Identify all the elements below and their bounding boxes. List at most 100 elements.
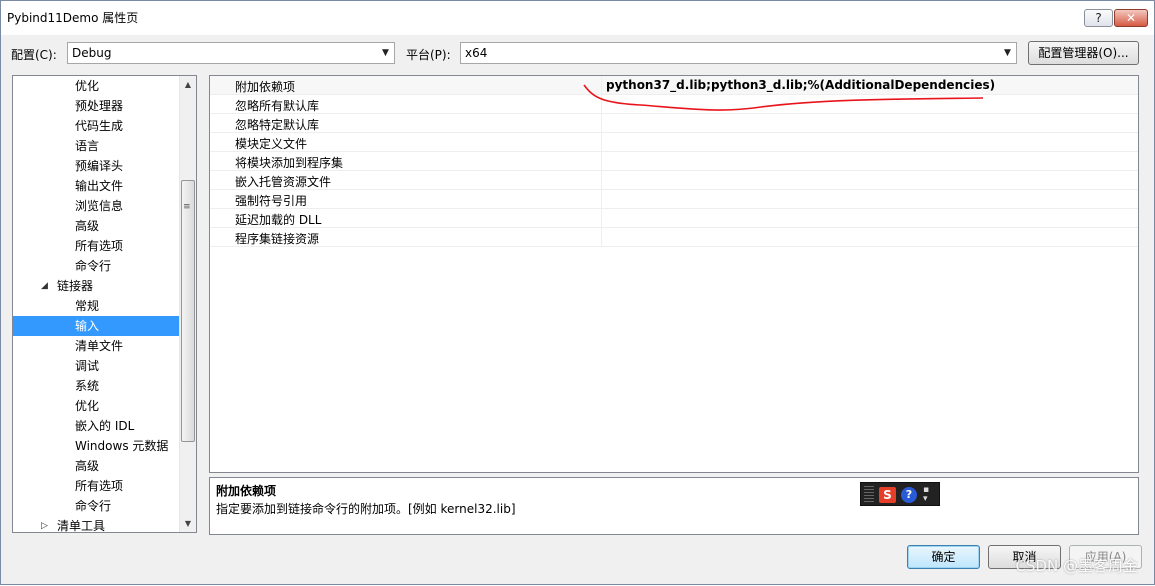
property-row[interactable]: 将模块添加到程序集 — [210, 152, 1138, 171]
property-name: 忽略特定默认库 — [235, 118, 320, 132]
scroll-thumb[interactable] — [181, 180, 195, 442]
tree-item[interactable]: Windows 元数据 — [13, 436, 179, 456]
tree-item[interactable]: 所有选项 — [13, 476, 179, 496]
property-row[interactable]: 延迟加载的 DLL — [210, 209, 1138, 228]
property-row[interactable]: 程序集链接资源 — [210, 228, 1138, 247]
column-divider — [601, 171, 602, 190]
platform-dropdown[interactable]: x64 ▼ — [460, 42, 1017, 64]
scroll-down-icon[interactable]: ▼ — [180, 515, 196, 532]
config-value: Debug — [72, 46, 112, 60]
tree-item[interactable]: 高级 — [13, 456, 179, 476]
config-dropdown[interactable]: Debug ▼ — [67, 42, 395, 64]
property-name: 忽略所有默认库 — [235, 99, 320, 113]
tree-item-label: 代码生成 — [75, 119, 124, 133]
platform-label: 平台(P): — [406, 48, 451, 62]
tree-item-label: 语言 — [75, 139, 100, 153]
column-divider — [601, 209, 602, 228]
tree-item-label: 输入 — [75, 319, 100, 333]
platform-value: x64 — [465, 46, 488, 60]
tree-item[interactable]: 嵌入的 IDL — [13, 416, 179, 436]
column-divider — [601, 152, 602, 171]
tree-item[interactable]: 所有选项 — [13, 236, 179, 256]
property-row[interactable]: 嵌入托管资源文件 — [210, 171, 1138, 190]
tree-item-label: 预编译头 — [75, 159, 124, 173]
property-name: 强制符号引用 — [235, 194, 308, 208]
collapsed-arrow-icon[interactable]: ▷ — [41, 516, 48, 532]
window-title: Pybind11Demo 属性页 — [7, 11, 139, 25]
config-manager-button[interactable]: 配置管理器(O)... — [1028, 41, 1139, 65]
tree-item-label: 清单文件 — [75, 339, 124, 353]
description-panel: 附加依赖项 指定要添加到链接命令行的附加项。[例如 kernel32.lib] … — [209, 477, 1139, 535]
tree-item-label: 所有选项 — [75, 239, 124, 253]
expanded-arrow-icon[interactable]: ◢ — [41, 276, 48, 296]
property-row[interactable]: 附加依赖项 python37_d.lib;python3_d.lib;%(Addi… — [210, 76, 1138, 95]
chevron-down-icon: ▼ — [1004, 48, 1011, 58]
sogou-icon[interactable]: S — [879, 487, 896, 503]
property-grid: 附加依赖项 python37_d.lib;python3_d.lib;%(Addi… — [209, 75, 1139, 473]
tree-item[interactable]: 高级 — [13, 216, 179, 236]
tree-item[interactable]: ◢ 链接器 — [13, 276, 179, 296]
tree-item[interactable]: 调试 — [13, 356, 179, 376]
tree-item-label: 清单工具 — [57, 519, 106, 533]
tree-item-label: 常规 — [75, 299, 100, 313]
help-button[interactable]: ? — [1084, 9, 1113, 27]
tree-item-label: 高级 — [75, 219, 100, 233]
tree-item[interactable]: 优化 — [13, 396, 179, 416]
tree-item[interactable]: 语言 — [13, 136, 179, 156]
column-divider — [601, 190, 602, 209]
tree-item[interactable]: 常规 — [13, 296, 179, 316]
ime-toolbar[interactable]: S ? ▪ ▾ — [860, 482, 940, 506]
drag-handle-icon[interactable] — [864, 486, 874, 504]
column-divider — [601, 133, 602, 152]
tree-item-label: 系统 — [75, 379, 100, 393]
tree-item-label: 优化 — [75, 399, 100, 413]
help-icon[interactable]: ? — [901, 487, 917, 503]
tree-item-label: 预处理器 — [75, 99, 124, 113]
tree-scrollbar[interactable]: ▲ ≡ ▼ — [179, 76, 196, 532]
property-name: 将模块添加到程序集 — [235, 156, 344, 170]
tree-item[interactable]: 优化 — [13, 76, 179, 96]
column-divider — [601, 95, 602, 114]
column-divider — [601, 114, 602, 133]
property-row[interactable]: 忽略所有默认库 — [210, 95, 1138, 114]
title-bar: Pybind11Demo 属性页 ? ✕ — [1, 1, 1154, 35]
tree-item-label: 优化 — [75, 79, 100, 93]
property-row[interactable]: 模块定义文件 — [210, 133, 1138, 152]
tree-item[interactable]: 代码生成 — [13, 116, 179, 136]
tree-item[interactable]: 命令行 — [13, 256, 179, 276]
tree-item[interactable]: ▷ 清单工具 — [13, 516, 179, 533]
ok-button[interactable]: 确定 — [907, 545, 980, 569]
property-name: 附加依赖项 — [235, 80, 296, 94]
tree-item[interactable]: 清单文件 — [13, 336, 179, 356]
close-button[interactable]: ✕ — [1114, 9, 1148, 27]
property-row[interactable]: 忽略特定默认库 — [210, 114, 1138, 133]
tree-item-label: Windows 元数据 — [75, 439, 169, 453]
property-name: 模块定义文件 — [235, 137, 308, 151]
description-text: 指定要添加到链接命令行的附加项。[例如 kernel32.lib] — [216, 502, 516, 516]
tree-item-label: 命令行 — [75, 499, 112, 513]
property-pages-dialog: Pybind11Demo 属性页 ? ✕ 配置(C): Debug ▼ 平台(P… — [0, 0, 1155, 585]
column-divider — [601, 76, 602, 95]
tree-item[interactable]: 预编译头 — [13, 156, 179, 176]
tree-item-label: 嵌入的 IDL — [75, 419, 135, 433]
property-row[interactable]: 强制符号引用 — [210, 190, 1138, 209]
property-value[interactable]: python37_d.lib;python3_d.lib;%(Additiona… — [606, 78, 995, 92]
tree-item[interactable]: 浏览信息 — [13, 196, 179, 216]
column-divider — [601, 228, 602, 247]
chevron-down-icon: ▼ — [382, 48, 389, 58]
menu-icon[interactable]: ▪ ▾ — [923, 486, 929, 504]
tree-item[interactable]: 命令行 — [13, 496, 179, 516]
tree-item[interactable]: 系统 — [13, 376, 179, 396]
tree-item-label: 所有选项 — [75, 479, 124, 493]
tree-item-label: 命令行 — [75, 259, 112, 273]
tree-item[interactable]: 输入 — [13, 316, 179, 336]
watermark: CSDN @墨客周金 — [1015, 557, 1138, 575]
tree-item[interactable]: 输出文件 — [13, 176, 179, 196]
description-title: 附加依赖项 — [216, 484, 277, 498]
tree-item-label: 输出文件 — [75, 179, 124, 193]
scroll-up-icon[interactable]: ▲ — [180, 76, 196, 93]
property-name: 嵌入托管资源文件 — [235, 175, 332, 189]
tree-item[interactable]: 预处理器 — [13, 96, 179, 116]
settings-tree: 优化 预处理器 代码生成 语言 预编译头 输出文件 浏览信息 高级 所有选项 命令行 ◢ 链接器 常规输… — [12, 75, 197, 533]
tree-item-label: 链接器 — [57, 279, 94, 293]
